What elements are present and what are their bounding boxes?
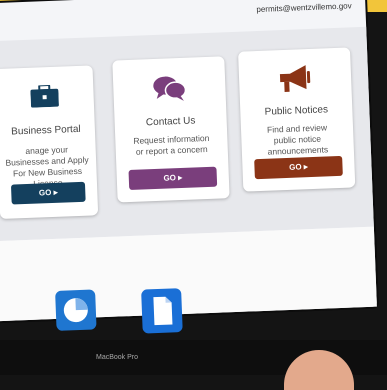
card-title: Public Notices (264, 104, 329, 118)
card-description: Request information or report a concern (133, 132, 210, 157)
business-portal-go-button[interactable]: GO ▸ (10, 181, 86, 205)
cards-section: Business Portal anage your Businesses an… (0, 26, 374, 242)
pages-document-icon[interactable] (141, 288, 183, 334)
contact-us-go-button[interactable]: GO ▸ (128, 166, 218, 191)
megaphone-icon (278, 63, 313, 99)
chat-bubbles-icon (152, 74, 187, 108)
briefcase-icon (30, 84, 59, 113)
lower-page-area (0, 226, 377, 334)
macbook-label: MacBook Pro (96, 354, 139, 361)
card-contact-us[interactable]: Contact Us Request information or report… (112, 56, 230, 203)
public-notices-go-button[interactable]: GO ▸ (254, 155, 343, 180)
laptop-screen: permits@wentzvillemo.gov Business Portal… (0, 0, 377, 334)
keynote-chart-icon[interactable] (55, 289, 97, 331)
card-public-notices[interactable]: Public Notices Find and review public no… (238, 47, 356, 192)
contact-email[interactable]: permits@wentzvillemo.gov (256, 1, 352, 14)
card-business-portal[interactable]: Business Portal anage your Businesses an… (0, 65, 99, 219)
card-title: Business Portal (10, 123, 81, 138)
card-title: Contact Us (145, 115, 196, 129)
card-description: Find and review public notice announceme… (266, 122, 329, 157)
